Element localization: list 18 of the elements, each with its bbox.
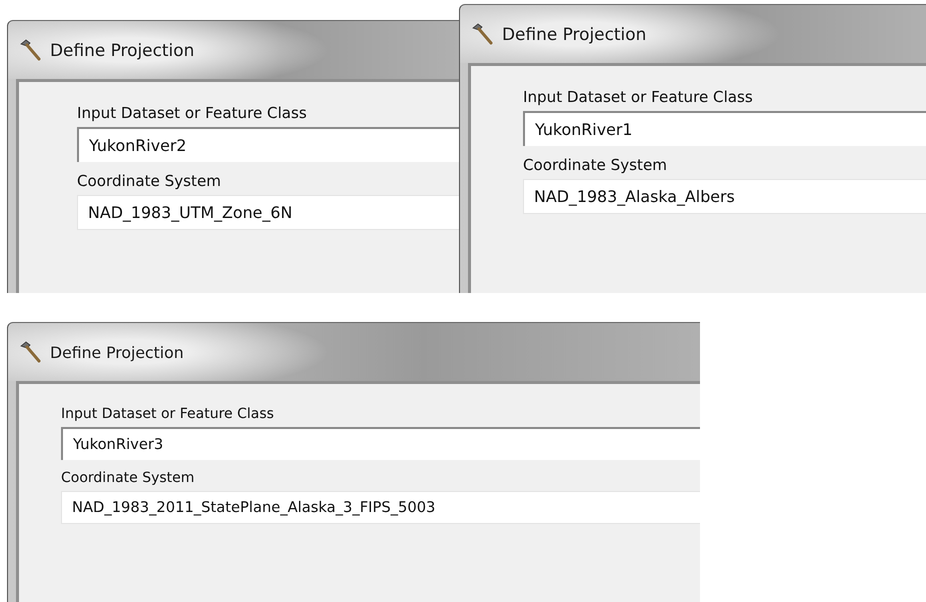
coordinate-system-field[interactable]: NAD_1983_2011_StatePlane_Alaska_3_FIPS_5003 [61,491,700,524]
field-label: Input Dataset or Feature Class [61,406,275,422]
field-label: Coordinate System [61,470,196,486]
input-field[interactable]: YukonRiver2 [77,127,460,162]
field-label: Coordinate System [77,172,222,190]
input-field[interactable]: YukonRiver1 [523,111,926,146]
window-title: Define Projection [50,342,184,362]
window-title: Define Projection [50,40,194,60]
field-label: Input Dataset or Feature Class [523,88,754,106]
hammer-icon [470,22,494,46]
input-field[interactable]: YukonRiver3 [61,427,700,460]
coordinate-system-field[interactable]: NAD_1983_UTM_Zone_6N [77,195,460,230]
coordinate-system-field[interactable]: NAD_1983_Alaska_Albers [523,179,926,214]
hammer-icon [18,340,42,364]
window-title: Define Projection [502,24,646,44]
field-label: Coordinate System [523,156,668,174]
hammer-icon [18,38,42,62]
field-label: Input Dataset or Feature Class [77,104,308,122]
